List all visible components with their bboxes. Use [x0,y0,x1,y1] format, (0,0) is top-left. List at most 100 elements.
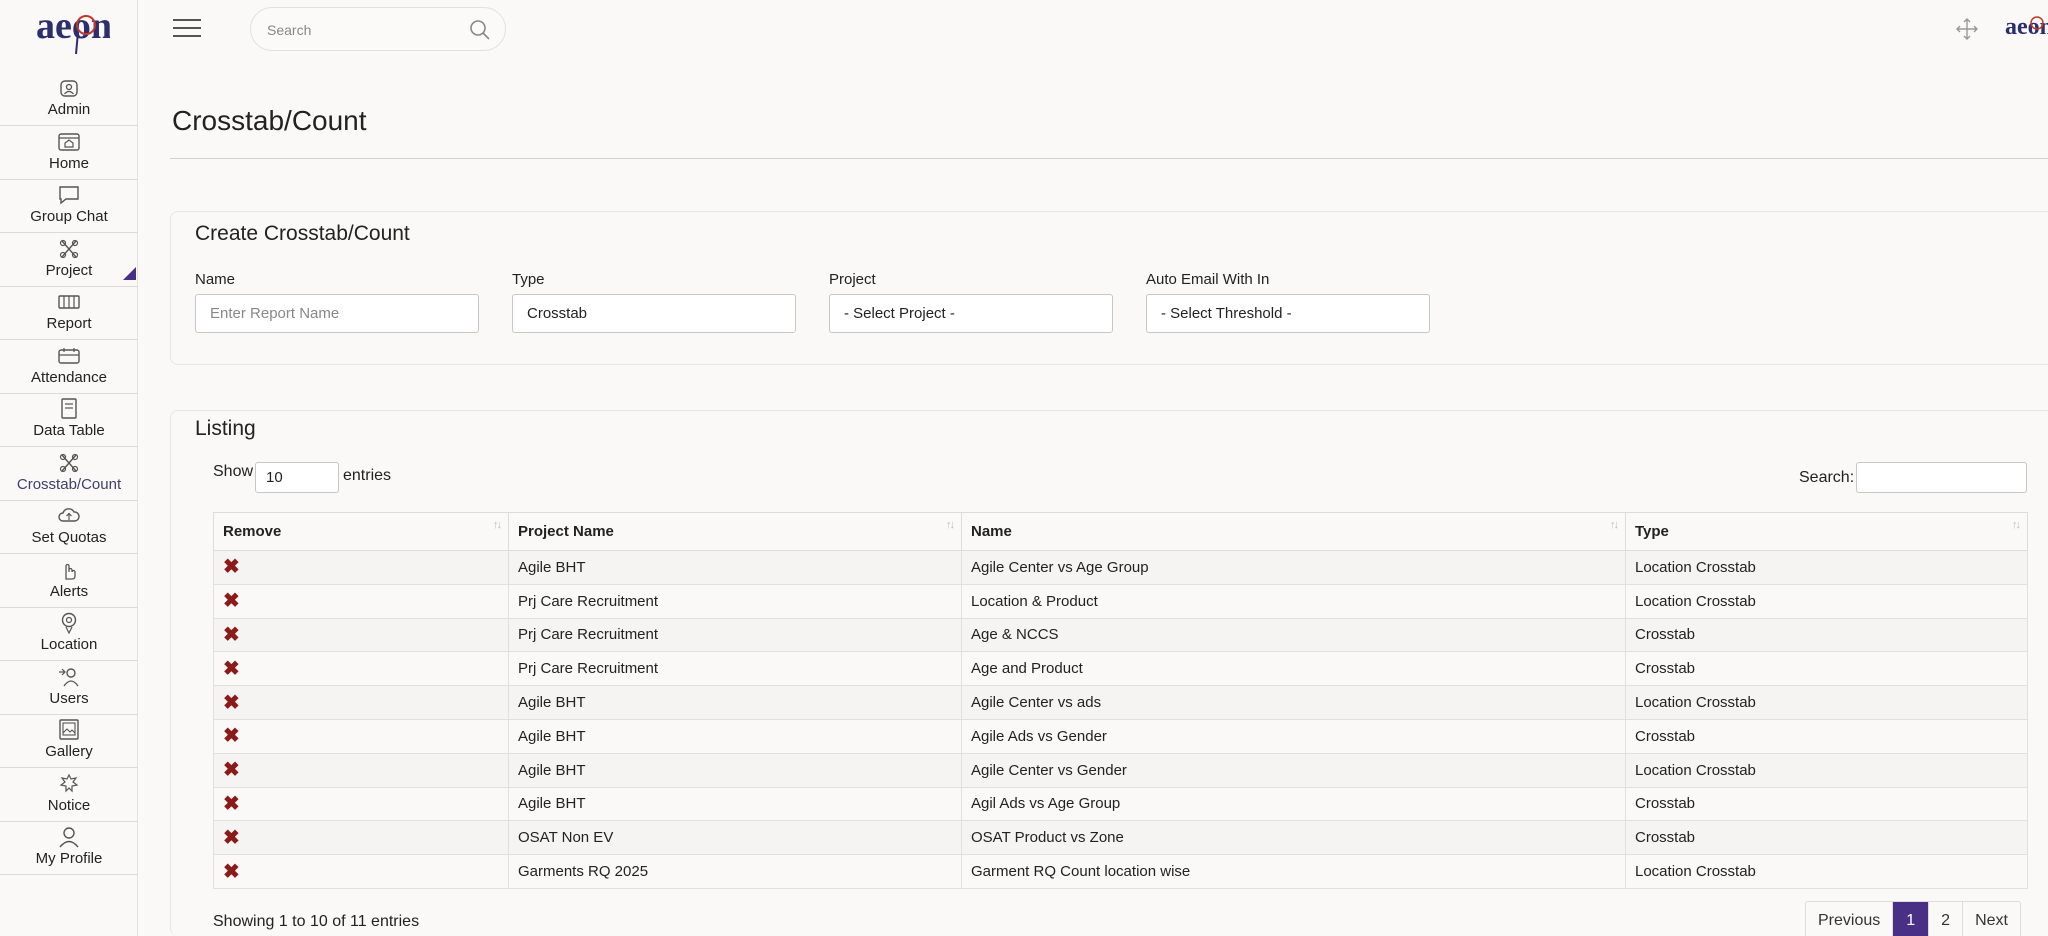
sidebar-item-home[interactable]: Home [0,127,138,180]
project-name-cell: Agile BHT [508,550,962,585]
sort-icon: ↑↓ [493,519,502,531]
top-search-input[interactable] [267,19,457,41]
remove-icon[interactable]: ✖ [223,793,240,815]
sidebar-item-label: Location [40,636,98,653]
remove-cell: ✖ [213,820,509,856]
sidebar-item-project[interactable]: Project [0,234,138,287]
report-name-cell: Agile Center vs ads [961,685,1626,720]
sidebar-item-set-quotas[interactable]: Set Quotas [0,501,138,554]
sort-icon: ↑↓ [946,519,955,531]
sidebar-item-label: Set Quotas [31,529,107,546]
sidebar-item-label: Notice [47,797,91,814]
remove-icon[interactable]: ✖ [223,827,240,849]
report-name-cell: Agile Center vs Age Group [961,550,1626,585]
sidebar-item-label: Report [46,315,92,332]
remove-icon[interactable]: ✖ [223,556,240,578]
project-name-cell: Prj Care Recruitment [508,651,962,687]
project-name-cell: Agile BHT [508,685,962,720]
type-cell: Crosstab [1625,718,2028,754]
sidebar-item-alerts[interactable]: Alerts [0,555,138,608]
sidebar-item-gallery[interactable]: Gallery [0,715,138,768]
sidebar-item-attendance[interactable]: Attendance [0,341,138,394]
search-icon[interactable] [469,19,491,41]
sidebar-item-label: Crosstab/Count [16,476,122,493]
auto-email-label: Auto Email With In [1146,271,1270,288]
pagination-next[interactable]: Next [1963,902,2020,936]
sidebar-item-report[interactable]: Report [0,287,138,340]
title-divider [170,158,2048,159]
create-crosstab-card: Create Crosstab/Count Name Enter Report … [170,211,2048,365]
project-select[interactable]: - Select Project - [829,294,1113,333]
sidebar-item-data-table[interactable]: Data Table [0,394,138,447]
remove-icon[interactable]: ✖ [223,692,240,714]
sidebar-item-crosstab-count[interactable]: Crosstab/Count [0,448,138,501]
home-icon [58,133,80,151]
project-name-cell: Garments RQ 2025 [508,854,962,889]
remove-icon[interactable]: ✖ [223,861,240,883]
column-header-remove[interactable]: Remove ↑↓ [213,512,509,551]
report-name-input[interactable]: Enter Report Name [195,294,479,333]
gallery-icon [59,719,79,740]
sidebar-item-users[interactable]: Users [0,662,138,715]
sidebar-item-admin[interactable]: Admin [0,73,138,126]
pagination-page-1[interactable]: 1 [1893,902,1930,936]
pagination-page-2[interactable]: 2 [1929,902,1964,936]
remove-icon[interactable]: ✖ [223,725,240,747]
remove-icon[interactable]: ✖ [223,590,240,612]
profile-icon [59,827,79,848]
table-row: ✖ Agile BHT Agile Center vs Age Group Locat… [213,550,2028,585]
remove-icon[interactable]: ✖ [223,624,240,646]
table-row: ✖ Prj Care Recruitment Age and Product Cros… [213,651,2028,687]
type-cell: Crosstab [1625,651,2028,687]
sidebar: aeon Admin Home Group Chat Project Repor… [0,0,138,936]
pagination-previous[interactable]: Previous [1806,902,1894,936]
remove-cell: ✖ [213,550,509,585]
listing-table-body: ✖ Agile BHT Agile Center vs Age Group Locat… [213,550,2028,889]
project-name-cell: Agile BHT [508,718,962,754]
remove-icon[interactable]: ✖ [223,759,240,781]
create-section-title: Create Crosstab/Count [195,222,410,245]
table-search-input[interactable] [1856,462,2027,493]
threshold-select[interactable]: - Select Threshold - [1146,294,1430,333]
sidebar-item-my-profile[interactable]: My Profile [0,822,138,875]
sidebar-item-label: Users [49,690,89,707]
remove-icon[interactable]: ✖ [223,658,240,680]
column-header-type[interactable]: Type ↑↓ [1625,512,2028,551]
fullscreen-move-icon[interactable] [1955,17,1979,41]
sidebar-item-group-chat[interactable]: Group Chat [0,180,138,233]
type-label: Type [512,271,545,288]
aeon-logo[interactable]: aeon [30,2,112,62]
menu-toggle-button[interactable] [173,19,201,39]
remove-cell: ✖ [213,583,509,619]
project-icon [59,239,79,259]
name-label: Name [195,271,236,288]
attendance-icon [58,348,80,364]
type-select[interactable]: Crosstab [512,294,796,333]
table-info: Showing 1 to 10 of 11 entries [213,913,420,930]
remove-cell: ✖ [213,685,509,720]
sidebar-item-label: Project [45,262,93,279]
report-name-cell: Agile Center vs Gender [961,752,1626,788]
table-row: ✖ Agile BHT Agile Center vs Gender Location… [213,752,2028,788]
data-table-icon [61,398,77,419]
entries-label: entries [343,467,392,484]
remove-cell: ✖ [213,854,509,889]
sidebar-item-notice[interactable]: Notice [0,769,138,822]
crosstab-icon [59,453,79,473]
project-name-cell: Prj Care Recruitment [508,583,962,619]
sidebar-item-label: Alerts [49,583,89,600]
listing-section-title: Listing [195,417,256,440]
listing-table: Remove ↑↓ Project Name ↑↓ Name ↑↓ Type ↑↓ ✖ A… [213,512,2028,889]
sidebar-item-location[interactable]: Location [0,608,138,661]
type-cell: Location Crosstab [1625,685,2028,720]
column-header-name[interactable]: Name ↑↓ [961,512,1626,551]
show-label: Show [213,463,254,480]
type-cell: Location Crosstab [1625,752,2028,788]
submenu-indicator [123,267,136,280]
table-row: ✖ Agile BHT Agil Ads vs Age Group Crosstab [213,786,2028,822]
aeon-avatar-logo[interactable]: aeon [2004,8,2048,48]
column-header-project-name[interactable]: Project Name ↑↓ [508,512,962,551]
entries-select[interactable]: 10 [255,462,339,493]
report-name-cell: Garment RQ Count location wise [961,854,1626,889]
report-name-cell: Location & Product [961,583,1626,619]
